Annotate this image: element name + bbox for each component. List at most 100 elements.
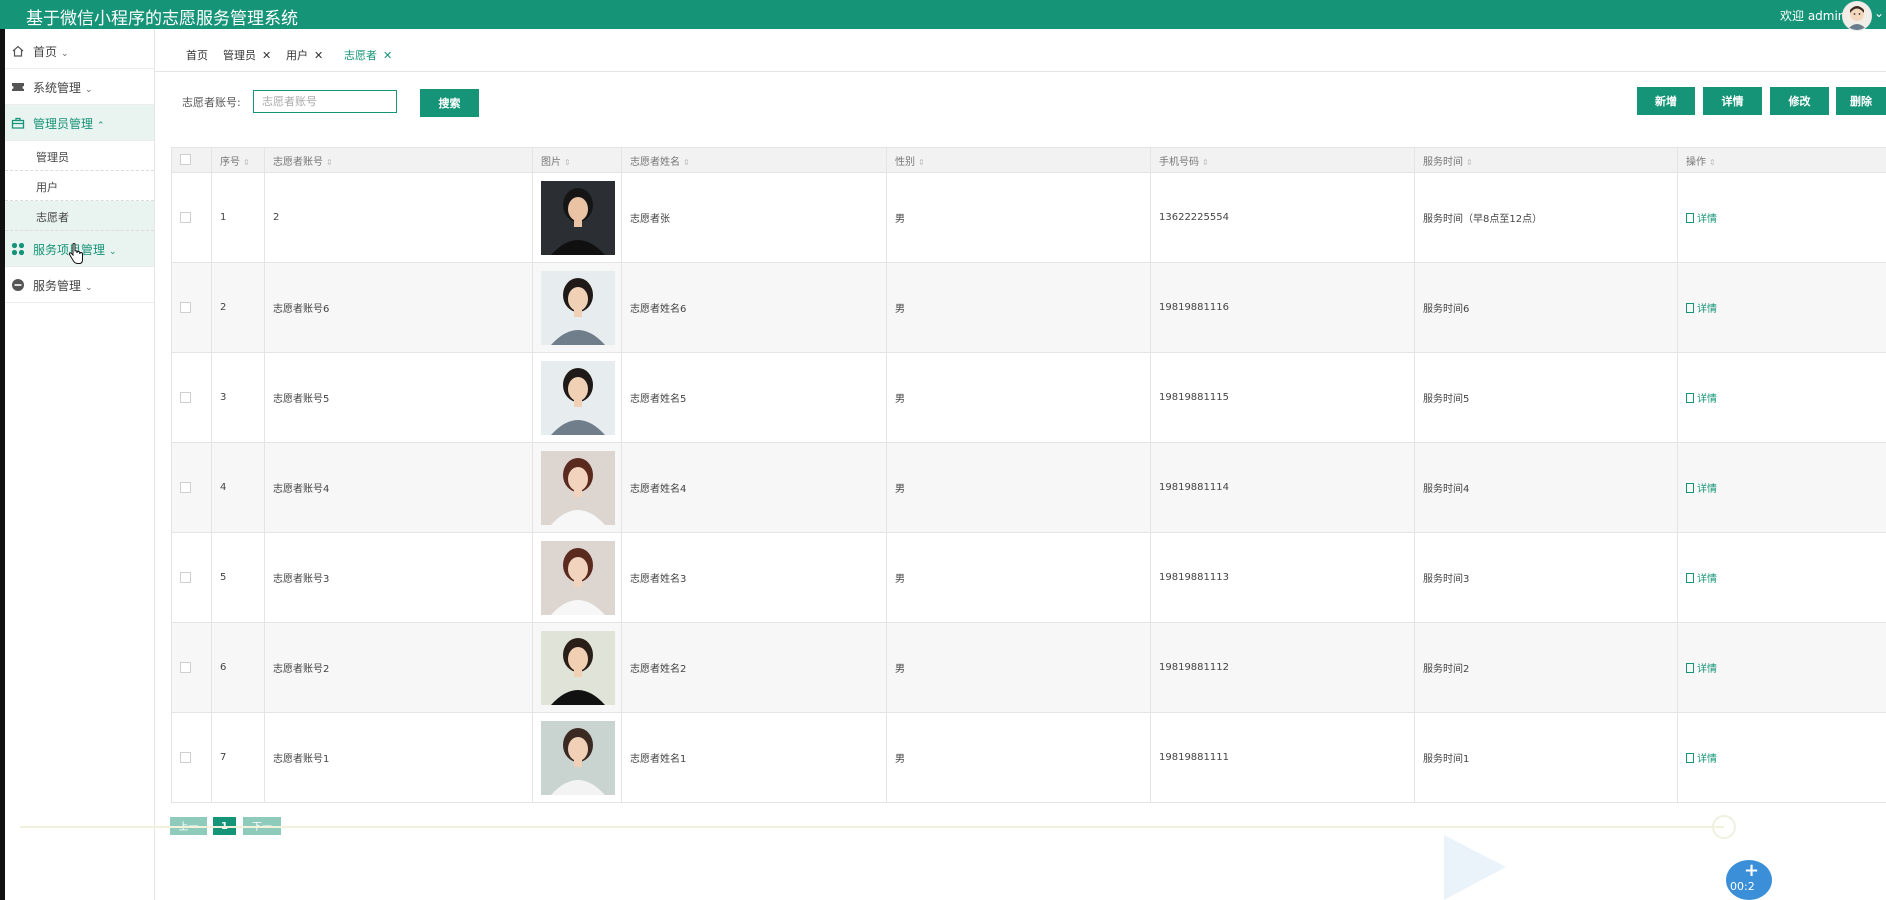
sidebar-item-label: 服务管理 [33, 279, 82, 293]
service-time-cell: 服务时间（早8点至12点） [1414, 172, 1678, 263]
row-select-cell[interactable] [171, 352, 212, 443]
row-number-cell: 7 [211, 712, 265, 803]
sidebar-subitem-volunteer[interactable]: 志愿者 [5, 201, 154, 231]
volunteer-photo [541, 540, 615, 615]
table-row[interactable]: 2 志愿者账号6 志愿者姓名6 男 19819881116 服务时间6 详情 [171, 262, 1886, 353]
select-all-cell[interactable] [171, 147, 212, 173]
gender-cell: 男 [886, 262, 1151, 353]
delete-button[interactable]: 删除 [1836, 87, 1886, 115]
checkbox[interactable] [180, 154, 191, 166]
detail-link[interactable]: 详情 [1686, 663, 1717, 675]
row-select-cell[interactable] [171, 172, 212, 263]
video-progress-knob[interactable] [1712, 815, 1736, 839]
row-select-cell[interactable] [171, 262, 212, 353]
checkbox[interactable] [180, 751, 191, 763]
detail-link-label: 详情 [1697, 394, 1717, 405]
row-select-cell[interactable] [171, 622, 212, 713]
volunteer-photo [541, 630, 615, 705]
photo-cell [532, 712, 622, 803]
detail-link-label: 详情 [1697, 214, 1717, 225]
column-header[interactable]: 序号 ⇕ [211, 147, 265, 173]
table-row[interactable]: 4 志愿者账号4 志愿者姓名4 男 19819881114 服务时间4 详情 [171, 442, 1886, 533]
search-input[interactable] [253, 90, 397, 113]
column-header[interactable]: 志愿者账号 ⇕ [264, 147, 533, 173]
table-row[interactable]: 5 志愿者账号3 志愿者姓名3 男 19819881113 服务时间3 详情 [171, 532, 1886, 623]
name-cell: 志愿者姓名2 [621, 622, 887, 713]
photo-cell [532, 172, 622, 263]
detail-link-label: 详情 [1697, 304, 1717, 315]
gender-cell: 男 [886, 712, 1151, 803]
tab-user[interactable]: 用户 ✕ [286, 47, 323, 63]
sidebar-subitem-admin[interactable]: 管理员 [5, 141, 154, 171]
sort-icon[interactable]: ⇕ [683, 158, 690, 167]
sidebar-item-admin-management[interactable]: 管理员管理 ⌃ [5, 105, 154, 141]
welcome-text: 欢迎 admin [1780, 9, 1846, 23]
column-header-label: 序号 [220, 156, 240, 168]
table-row[interactable]: 6 志愿者账号2 志愿者姓名2 男 19819881112 服务时间2 详情 [171, 622, 1886, 713]
account-cell: 2 [264, 172, 533, 263]
photo-cell [532, 622, 622, 713]
checkbox[interactable] [180, 481, 191, 493]
table-row[interactable]: 7 志愿者账号1 志愿者姓名1 男 19819881111 服务时间1 详情 [171, 712, 1886, 803]
checkbox[interactable] [180, 211, 191, 223]
detail-link[interactable]: 详情 [1686, 573, 1717, 585]
detail-link[interactable]: 详情 [1686, 393, 1717, 405]
chevron-down-icon[interactable]: ⌄ [1874, 6, 1884, 20]
tab-label: 首页 [186, 49, 208, 62]
detail-link[interactable]: 详情 [1686, 483, 1717, 495]
sort-icon[interactable]: ⇕ [243, 158, 250, 167]
grid-icon [11, 242, 25, 256]
row-select-cell[interactable] [171, 712, 212, 803]
add-button[interactable]: 新增 [1637, 87, 1695, 115]
action-cell: 详情 [1677, 172, 1886, 263]
row-select-cell[interactable] [171, 442, 212, 533]
volunteer-photo [541, 450, 615, 525]
name-cell: 志愿者姓名5 [621, 352, 887, 443]
tab-admin[interactable]: 管理员 ✕ [223, 47, 271, 63]
detail-button[interactable]: 详情 [1703, 87, 1762, 115]
tab-label: 志愿者 [344, 49, 377, 62]
detail-link-label: 详情 [1697, 574, 1717, 585]
tab-home[interactable]: 首页 [186, 47, 208, 63]
sidebar-item-system[interactable]: 系统管理 ⌄ [5, 69, 154, 105]
sort-icon[interactable]: ⇕ [326, 158, 333, 167]
detail-link[interactable]: 详情 [1686, 303, 1717, 315]
edit-button[interactable]: 修改 [1770, 87, 1829, 115]
column-header-label: 志愿者账号 [273, 156, 323, 168]
account-cell: 志愿者账号4 [264, 442, 533, 533]
column-header[interactable]: 图片 ⇕ [532, 147, 622, 173]
sort-icon[interactable]: ⇕ [1709, 158, 1716, 167]
checkbox[interactable] [180, 571, 191, 583]
table-row[interactable]: 1 2 志愿者张 男 13622225554 服务时间（早8点至12点） 详情 [171, 172, 1886, 263]
sort-icon[interactable]: ⇕ [1202, 158, 1209, 167]
close-icon[interactable]: ✕ [314, 49, 323, 62]
column-header[interactable]: 性别 ⇕ [886, 147, 1151, 173]
row-select-cell[interactable] [171, 532, 212, 623]
sort-icon[interactable]: ⇕ [564, 158, 571, 167]
detail-link[interactable]: 详情 [1686, 213, 1717, 225]
sort-icon[interactable]: ⇕ [918, 158, 925, 167]
checkbox[interactable] [180, 661, 191, 673]
column-header-label: 图片 [541, 156, 561, 168]
column-header[interactable]: 操作 ⇕ [1677, 147, 1886, 173]
tab-volunteer[interactable]: 志愿者 ✕ [344, 47, 392, 63]
sidebar-item-home[interactable]: 首页 ⌄ [5, 33, 154, 69]
phone-cell: 13622225554 [1150, 172, 1415, 263]
video-progress-track[interactable] [20, 826, 1724, 828]
avatar[interactable] [1842, 1, 1872, 31]
detail-link[interactable]: 详情 [1686, 753, 1717, 765]
table-row[interactable]: 3 志愿者账号5 志愿者姓名5 男 19819881115 服务时间5 详情 [171, 352, 1886, 443]
search-button[interactable]: 搜索 [420, 89, 479, 117]
sidebar-item-service[interactable]: 服务管理 ⌄ [5, 267, 154, 303]
column-header[interactable]: 手机号码 ⇕ [1150, 147, 1415, 173]
close-icon[interactable]: ✕ [383, 49, 392, 62]
sidebar-subitem-user[interactable]: 用户 [5, 171, 154, 201]
sort-icon[interactable]: ⇕ [1466, 158, 1473, 167]
play-icon [1444, 835, 1506, 900]
checkbox[interactable] [180, 391, 191, 403]
account-cell: 志愿者账号5 [264, 352, 533, 443]
column-header[interactable]: 服务时间 ⇕ [1414, 147, 1678, 173]
checkbox[interactable] [180, 301, 191, 313]
column-header[interactable]: 志愿者姓名 ⇕ [621, 147, 887, 173]
close-icon[interactable]: ✕ [262, 49, 271, 62]
